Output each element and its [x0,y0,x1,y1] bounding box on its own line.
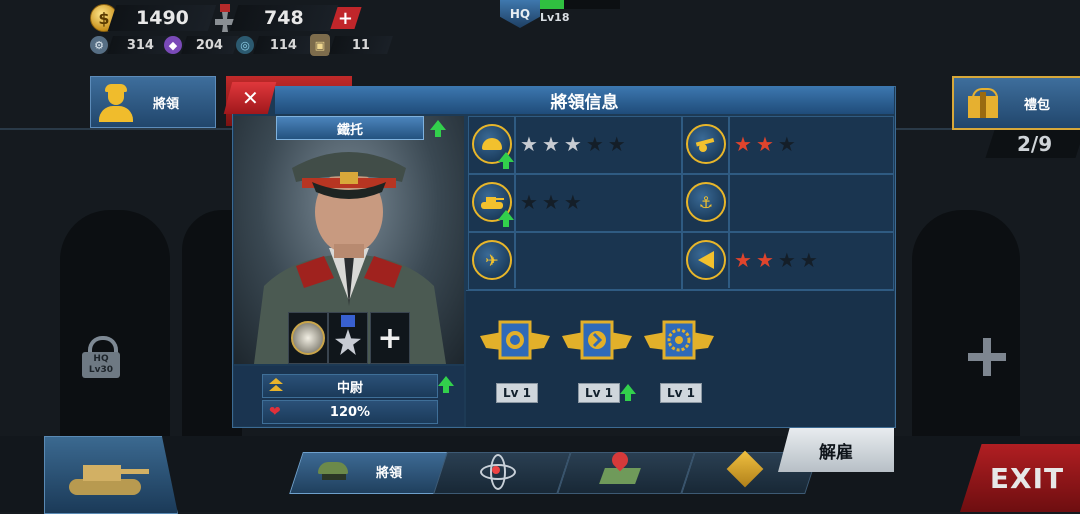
hq-badge-label: HQ [509,7,531,21]
hq-shield-icon: HQ [500,0,540,28]
badge-2-level: Lv 1 [578,383,620,403]
health-row: ❤ 120% [262,400,438,424]
slot-counter-text: 2/9 [1017,132,1053,156]
anchor-icon[interactable]: ⚓ [686,182,726,222]
general-silhouette [60,210,170,440]
shield-resource: ▣ 11 [310,34,393,56]
generals-button-label: 將領 [153,96,180,112]
infantry-stars: ★ ★ ★ ★ ★ [520,132,626,156]
tab-generals-label: 將領 [376,466,403,481]
gold-amount: 1490 [135,7,189,29]
hq-level: Lv18 [540,11,570,24]
infantry-upgrade-arrow-icon [498,152,514,169]
close-button[interactable]: ✕ [223,82,277,114]
add-general-button[interactable] [968,338,1006,376]
tab-generals[interactable] [289,452,451,494]
general-name: 鐵托 [336,122,363,138]
plus-icon: + [338,7,354,29]
artillery-icon[interactable] [686,124,726,164]
add-medal-slot[interactable]: + [370,312,410,364]
shield-icon: ▣ [310,34,330,56]
purple-crystal-icon: ◆ [164,36,182,54]
dialog-title: 將領信息 [275,86,894,114]
health-text: 120% [329,404,371,420]
atom-research-icon [480,454,516,490]
general-name-plate: 鐵托 [276,116,424,140]
steel-resource: ◎ 114 [236,36,315,54]
dialog-title-text: 將領信息 [550,92,619,113]
tank-stars: ★ ★ ★ [520,190,582,214]
general-silhouette [912,210,1020,440]
badge-2-upgrade-arrow-icon [620,384,636,401]
rank-text: 中尉 [336,380,363,396]
artillery-stars: ★ ★ ★ [734,132,796,156]
map-pin-icon [599,448,641,486]
medal-slot-1[interactable] [288,312,328,364]
slot-counter: 2/9 [985,130,1080,158]
shield-amount: 11 [351,37,371,53]
exit-label: EXIT [989,461,1065,495]
general-bust-icon [97,80,137,124]
heart-plus-icon: ❤ [269,404,281,420]
close-icon: ✕ [241,86,259,110]
badge-2-icon[interactable] [562,320,632,364]
badge-1-icon[interactable] [480,320,550,364]
medal-resource: 748 + [212,4,362,32]
medal-amount: 748 [264,7,304,29]
command-stars: ★ ★ ★ ★ [734,248,818,272]
command-icon[interactable] [686,240,726,280]
gear-amount: 314 [127,37,155,53]
badge-3-level: Lv 1 [660,383,702,403]
star-medal-icon [333,315,363,361]
airplane-icon[interactable]: ✈ [472,240,512,280]
garage-button[interactable] [44,436,178,514]
upgrade-arrow-icon [430,120,446,137]
rank-row: 中尉 [262,374,438,398]
dismiss-button[interactable]: 解雇 [778,428,894,472]
gift-box-icon [968,88,998,118]
gear-resource: ⚙ 314 [90,36,175,54]
badge-3-icon[interactable] [644,320,714,364]
rank-upgrade-arrow-icon [438,376,454,393]
medal-slot-2[interactable] [328,312,368,364]
locked-slot[interactable]: HQ Lv30 [82,336,120,380]
plus-icon: + [377,320,403,356]
tank-icon [69,465,149,495]
dismiss-label: 解雇 [819,442,853,463]
gift-pack-button[interactable]: 禮包 [952,76,1080,130]
steel-icon: ◎ [236,36,254,54]
silver-medal-icon [291,321,325,355]
locked-hq-label: HQ [93,354,109,364]
locked-level-label: Lv30 [88,365,114,375]
purple-amount: 204 [196,37,224,53]
badge-1-level: Lv 1 [496,383,538,403]
steel-amount: 114 [270,37,298,53]
gear-icon: ⚙ [90,36,108,54]
hq-progress-fill [540,0,564,9]
gold-resource: $ 1490 [90,4,217,32]
hq-badge[interactable]: HQ Lv18 [498,0,628,28]
gift-pack-label: 禮包 [1024,97,1051,113]
generals-button[interactable]: 將領 [90,76,216,128]
purple-resource: ◆ 204 [164,36,239,54]
tank-upgrade-arrow-icon [498,210,514,227]
rank-chevron-icon [269,378,283,392]
general-cap-icon [316,458,352,486]
